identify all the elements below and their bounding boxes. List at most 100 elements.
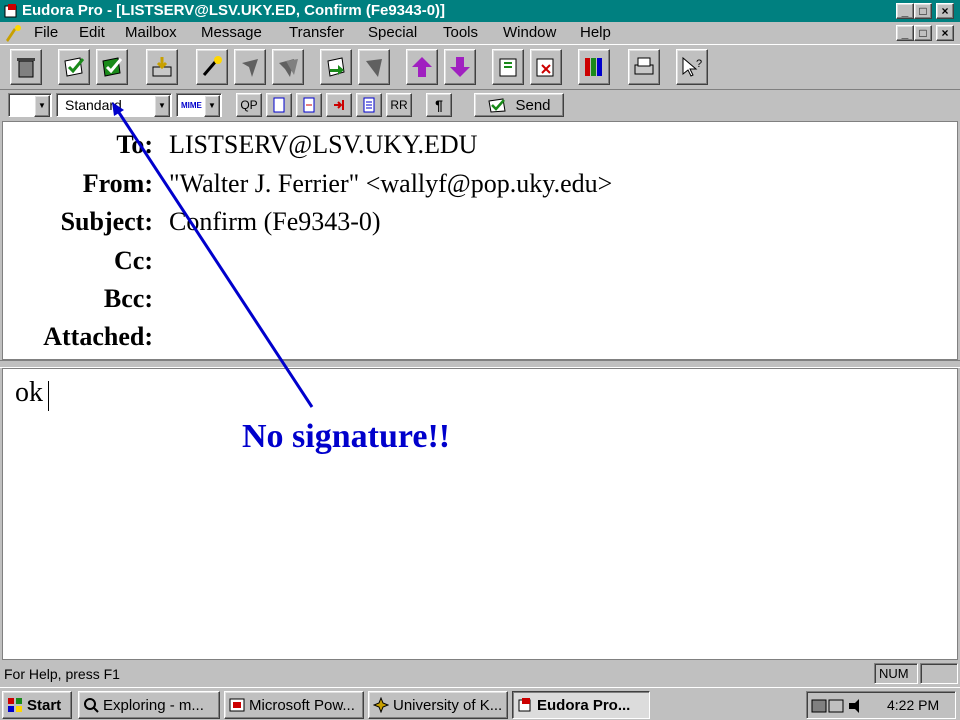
menu-message[interactable]: Message xyxy=(201,24,262,41)
task-powerpoint[interactable]: Microsoft Pow... xyxy=(224,691,364,719)
print-button[interactable] xyxy=(628,49,660,85)
signature-select[interactable]: Standard ▼ xyxy=(56,93,172,117)
print-icon xyxy=(634,57,654,75)
address-book-button[interactable] xyxy=(492,49,524,85)
filters-button[interactable] xyxy=(530,49,562,85)
send-button[interactable]: Send xyxy=(474,93,564,117)
menu-help[interactable]: Help xyxy=(580,24,611,41)
subject-label: Subject: xyxy=(60,207,153,236)
filters-icon xyxy=(536,58,554,77)
address-book-icon xyxy=(499,58,517,77)
new-message-icon xyxy=(202,56,222,76)
previous-message-icon xyxy=(412,57,432,77)
attach-icon xyxy=(152,57,172,77)
task-university[interactable]: University of K... xyxy=(368,691,508,719)
menu-tools[interactable]: Tools xyxy=(443,24,478,41)
eudora-app-icon xyxy=(4,4,17,18)
message-body[interactable]: ok xyxy=(2,368,958,660)
child-restore-button[interactable]: □ xyxy=(914,25,932,41)
explorer-icon xyxy=(84,698,99,713)
task-eudora[interactable]: Eudora Pro... xyxy=(512,691,650,719)
to-field[interactable]: LISTSERV@LSV.UKY.EDU xyxy=(169,130,477,160)
reply-all-button[interactable] xyxy=(272,49,304,85)
status-panel-empty xyxy=(920,663,958,684)
tab-icon xyxy=(334,100,344,110)
message-header: To: LISTSERV@LSV.UKY.EDU From: "Walter J… xyxy=(2,121,958,360)
maximize-button[interactable]: □ xyxy=(914,3,932,19)
cc-label: Cc: xyxy=(114,246,153,275)
keep-copy-button[interactable] xyxy=(356,93,382,117)
check-mail-button[interactable] xyxy=(58,49,90,85)
windows-logo-icon xyxy=(8,698,22,712)
clock: 4:22 PM xyxy=(887,697,940,713)
task-exploring[interactable]: Exploring - m... xyxy=(78,691,220,719)
redirect-button[interactable] xyxy=(358,49,390,85)
word-wrap-icon xyxy=(303,97,315,113)
reply-button[interactable] xyxy=(234,49,266,85)
help-pointer-icon: ? xyxy=(682,56,702,77)
start-button[interactable]: Start xyxy=(2,691,72,719)
encoding-select[interactable]: MIME ▼ xyxy=(176,93,222,117)
close-button[interactable]: × xyxy=(936,3,954,19)
text-caret xyxy=(48,381,49,411)
bcc-field[interactable] xyxy=(169,284,949,316)
menu-mailbox[interactable]: Mailbox xyxy=(125,24,177,41)
from-field[interactable]: "Walter J. Ferrier" <wallyf@pop.uky.edu> xyxy=(169,169,612,199)
previous-message-button[interactable] xyxy=(406,49,438,85)
new-message-button[interactable] xyxy=(196,49,228,85)
tabs-in-body-button[interactable] xyxy=(326,93,352,117)
attached-field[interactable] xyxy=(169,322,949,354)
word-wrap-button[interactable] xyxy=(296,93,322,117)
send-queued-icon xyxy=(102,57,123,77)
from-label: From: xyxy=(82,169,153,198)
tray-icons xyxy=(811,699,859,713)
menu-transfer[interactable]: Transfer xyxy=(289,24,344,41)
system-tray: 4:22 PM xyxy=(806,691,956,719)
copy-icon xyxy=(363,97,375,113)
next-message-button[interactable] xyxy=(444,49,476,85)
next-message-icon xyxy=(450,57,470,77)
menu-window[interactable]: Window xyxy=(503,24,556,41)
menu-edit[interactable]: Edit xyxy=(79,24,105,41)
bcc-label: Bcc: xyxy=(103,284,153,313)
menu-special[interactable]: Special xyxy=(368,24,417,41)
trash-icon xyxy=(17,58,35,78)
netscape-icon xyxy=(373,697,389,713)
attach-button[interactable] xyxy=(146,49,178,85)
font-size-select[interactable]: ▼ xyxy=(8,93,52,117)
paragraph-button[interactable]: ¶ xyxy=(426,93,452,117)
subject-field[interactable]: Confirm (Fe9343-0) xyxy=(169,207,381,237)
send-queued-button[interactable] xyxy=(96,49,128,85)
child-close-button[interactable]: × xyxy=(936,25,954,41)
attached-label: Attached: xyxy=(43,322,153,351)
return-receipt-button[interactable]: RR xyxy=(386,93,412,117)
document-sparkle-icon xyxy=(6,25,21,42)
trash-button[interactable] xyxy=(10,49,42,85)
child-minimize-button[interactable]: _ xyxy=(896,25,914,41)
forward-button[interactable] xyxy=(320,49,352,85)
check-mail-icon xyxy=(64,57,85,77)
encoding-select-value: MIME xyxy=(181,101,202,110)
palette-button[interactable] xyxy=(578,49,610,85)
cc-field[interactable] xyxy=(169,246,949,278)
minimize-button[interactable]: _ xyxy=(896,3,914,19)
palette-icon xyxy=(585,58,602,76)
help-hint: For Help, press F1 xyxy=(4,666,120,682)
menu-bar: File Edit Mailbox Message Transfer Speci… xyxy=(0,22,960,44)
attachment-text-button[interactable] xyxy=(266,93,292,117)
annotation-text: No signature!! xyxy=(242,418,451,455)
window-title: Eudora Pro - [LISTSERV@LSV.UKY.ED, Confi… xyxy=(22,2,446,19)
title-bar[interactable]: Eudora Pro - [LISTSERV@LSV.UKY.ED, Confi… xyxy=(0,0,960,22)
pane-splitter[interactable] xyxy=(0,360,960,368)
attachment-text-icon xyxy=(273,97,285,113)
quoted-printable-button[interactable]: QP xyxy=(236,93,262,117)
body-text: ok xyxy=(15,377,43,408)
svg-text:?: ? xyxy=(696,58,702,70)
chevron-down-icon[interactable]: ▼ xyxy=(204,95,220,117)
eudora-icon xyxy=(518,698,531,712)
send-button-label: Send xyxy=(515,96,551,114)
help-pointer-button[interactable]: ? xyxy=(676,49,708,85)
chevron-down-icon[interactable]: ▼ xyxy=(34,95,50,117)
menu-file[interactable]: File xyxy=(34,24,58,41)
chevron-down-icon[interactable]: ▼ xyxy=(154,95,170,117)
